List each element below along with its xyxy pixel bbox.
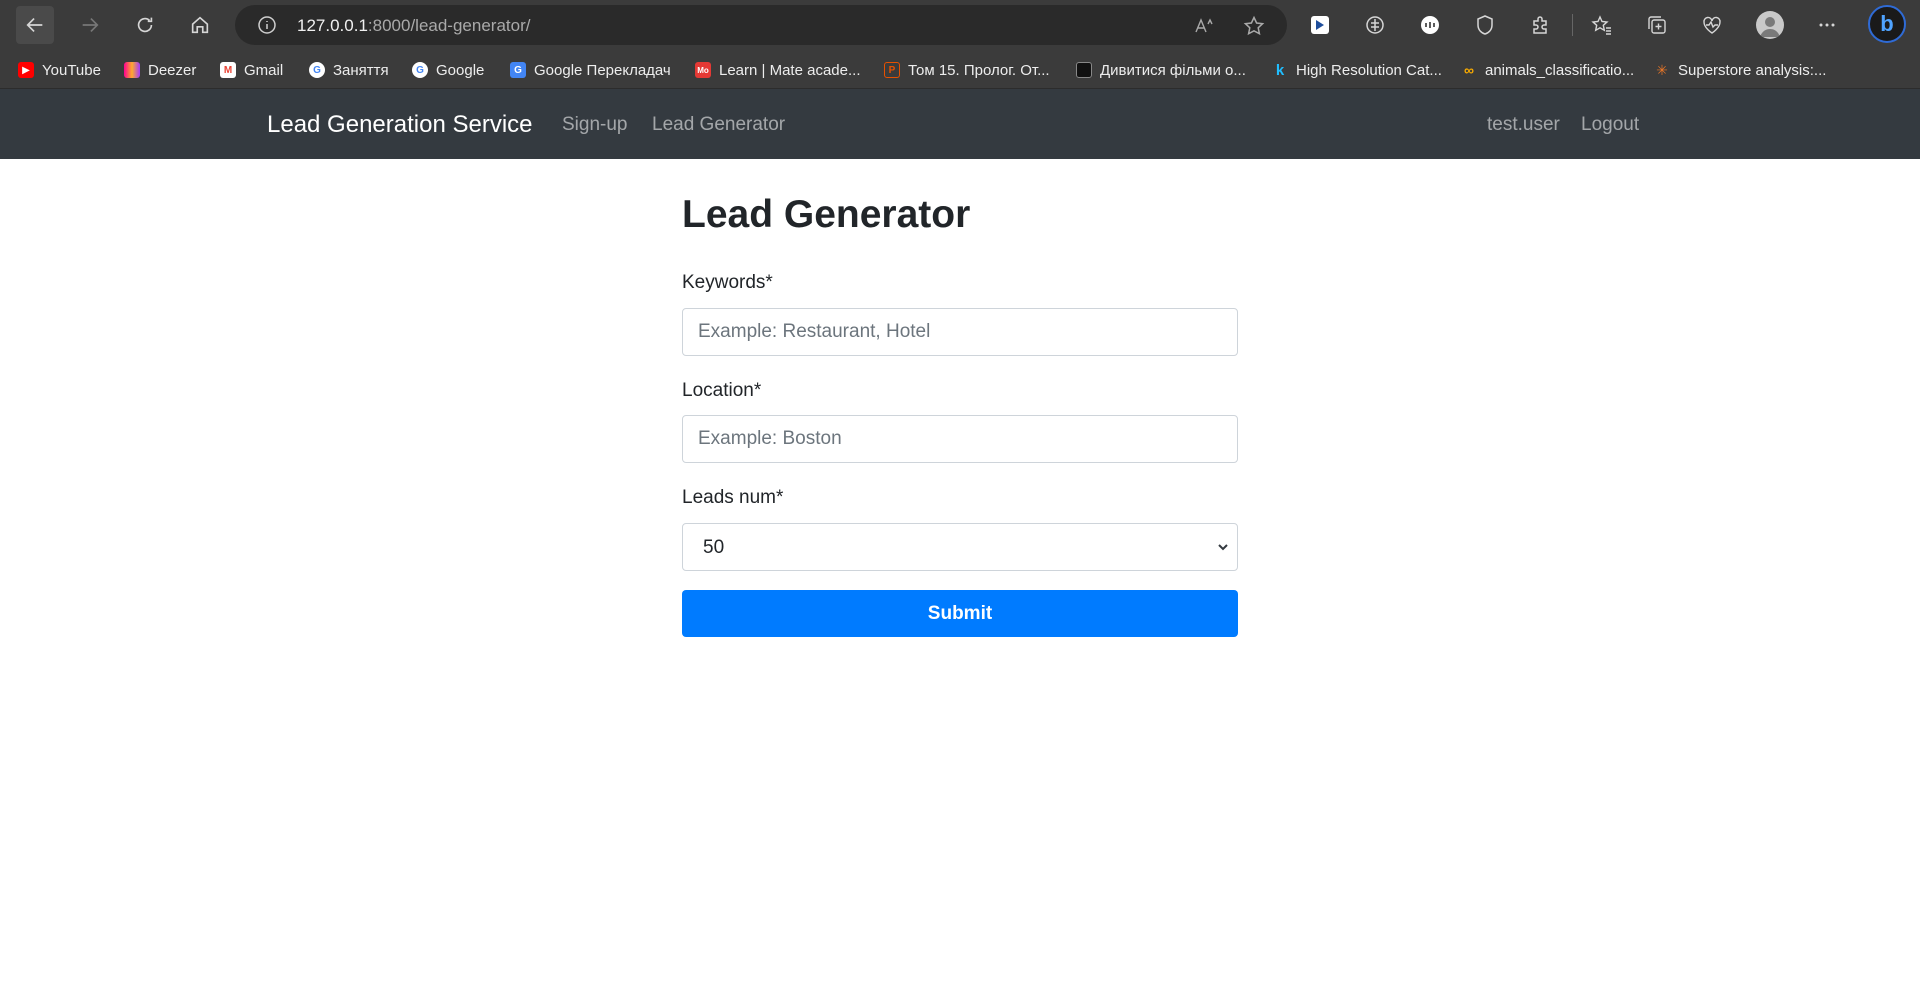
more-menu-icon[interactable]	[1814, 12, 1840, 38]
read-aloud-icon[interactable]	[1193, 15, 1215, 37]
bookmark-label: High Resolution Cat...	[1296, 61, 1442, 79]
health-icon[interactable]	[1699, 12, 1725, 38]
bookmark-google[interactable]: G Google	[412, 58, 484, 82]
nav-link-logout[interactable]: Logout	[1581, 114, 1639, 136]
profile-avatar[interactable]	[1756, 11, 1784, 39]
nav-link-lead-generator[interactable]: Lead Generator	[652, 114, 785, 136]
url-text[interactable]: 127.0.0.1:8000/lead-generator/	[297, 16, 530, 36]
bookmark-google-translate[interactable]: G Google Перекладач	[510, 58, 671, 82]
bookmark-label: Том 15. Пролог. От...	[908, 61, 1050, 79]
bookmark-mate-academy[interactable]: Mo Learn | Mate acade...	[695, 58, 860, 82]
bookmark-youtube[interactable]: ▶ YouTube	[18, 58, 101, 82]
translate-icon: G	[510, 62, 526, 78]
browser-toolbar: 127.0.0.1:8000/lead-generator/ b	[0, 0, 1920, 50]
extensions-puzzle-icon[interactable]	[1527, 12, 1553, 38]
bookmark-label: YouTube	[42, 61, 101, 79]
google-icon: G	[412, 62, 428, 78]
nav-link-user[interactable]: test.user	[1487, 114, 1560, 136]
bookmark-tom15[interactable]: P Том 15. Пролог. От...	[884, 58, 1050, 82]
colab-icon: ∞	[1464, 62, 1474, 78]
page-title: Lead Generator	[682, 193, 971, 236]
bookmark-label: Gmail	[244, 61, 284, 79]
site-info-icon[interactable]	[257, 15, 277, 35]
extension-icon-2[interactable]	[1362, 12, 1388, 38]
gmail-icon: M	[220, 62, 236, 78]
extension-icon-1[interactable]	[1307, 12, 1333, 38]
tableau-icon: ✳	[1656, 61, 1668, 78]
film-icon	[1076, 62, 1092, 78]
collections-icon[interactable]	[1644, 12, 1670, 38]
site-navbar: Lead Generation Service Sign-up Lead Gen…	[0, 89, 1920, 159]
bing-chat-icon[interactable]: b	[1868, 5, 1906, 43]
bookmark-label: Google	[436, 61, 485, 79]
leads-num-select[interactable]: 50	[682, 523, 1238, 571]
leads-num-label: Leads num*	[682, 487, 784, 508]
bookmark-label: Superstore analysis:...	[1678, 61, 1827, 79]
youtube-icon: ▶	[18, 62, 34, 78]
location-label: Location*	[682, 380, 762, 401]
bookmark-label: Дивитися фільми о...	[1100, 61, 1246, 79]
bookmark-films[interactable]: Дивитися фільми о...	[1076, 58, 1246, 82]
mate-icon: Mo	[695, 62, 711, 78]
bookmark-gmail[interactable]: M Gmail	[220, 58, 283, 82]
home-icon[interactable]	[181, 6, 219, 44]
url-host: 127.0.0.1	[297, 16, 368, 35]
url-path: :8000/lead-generator/	[367, 16, 531, 35]
reload-icon[interactable]	[126, 6, 164, 44]
bookmark-deezer[interactable]: Deezer	[124, 58, 196, 82]
chevron-down-icon	[1218, 544, 1228, 551]
p-icon: P	[884, 62, 900, 78]
bookmark-kaggle[interactable]: k High Resolution Cat...	[1272, 58, 1442, 82]
google-icon: G	[309, 62, 325, 78]
bookmark-label: Deezer	[148, 61, 197, 79]
bookmark-zaniattia[interactable]: G Заняття	[309, 58, 389, 82]
deezer-icon	[124, 62, 140, 78]
bookmarks-bar: ▶ YouTube Deezer M Gmail G Заняття G Google …	[0, 50, 1920, 89]
location-input[interactable]	[682, 415, 1238, 463]
favorite-star-icon[interactable]	[1243, 15, 1265, 37]
bookmark-label: Google Перекладач	[534, 61, 671, 79]
keywords-input[interactable]	[682, 308, 1238, 356]
bookmark-colab[interactable]: ∞ animals_classificatio...	[1461, 58, 1634, 82]
submit-button[interactable]: Submit	[682, 590, 1238, 637]
navbar-brand[interactable]: Lead Generation Service	[267, 111, 533, 139]
bookmark-label: Learn | Mate acade...	[719, 61, 861, 79]
extension-icon-3[interactable]	[1417, 12, 1443, 38]
keywords-label: Keywords*	[682, 272, 773, 293]
kaggle-icon: k	[1275, 61, 1285, 79]
bookmark-label: Заняття	[333, 61, 389, 79]
forward-icon[interactable]	[71, 6, 109, 44]
favorites-icon[interactable]	[1589, 12, 1615, 38]
bookmark-label: animals_classificatio...	[1485, 61, 1635, 79]
nav-link-sign-up[interactable]: Sign-up	[562, 114, 628, 136]
shield-icon[interactable]	[1472, 12, 1498, 38]
toolbar-divider	[1572, 14, 1573, 36]
address-bar[interactable]: 127.0.0.1:8000/lead-generator/	[235, 5, 1287, 45]
leads-num-value: 50	[703, 537, 725, 558]
bookmark-superstore[interactable]: ✳ Superstore analysis:...	[1654, 58, 1826, 82]
back-icon[interactable]	[16, 6, 54, 44]
